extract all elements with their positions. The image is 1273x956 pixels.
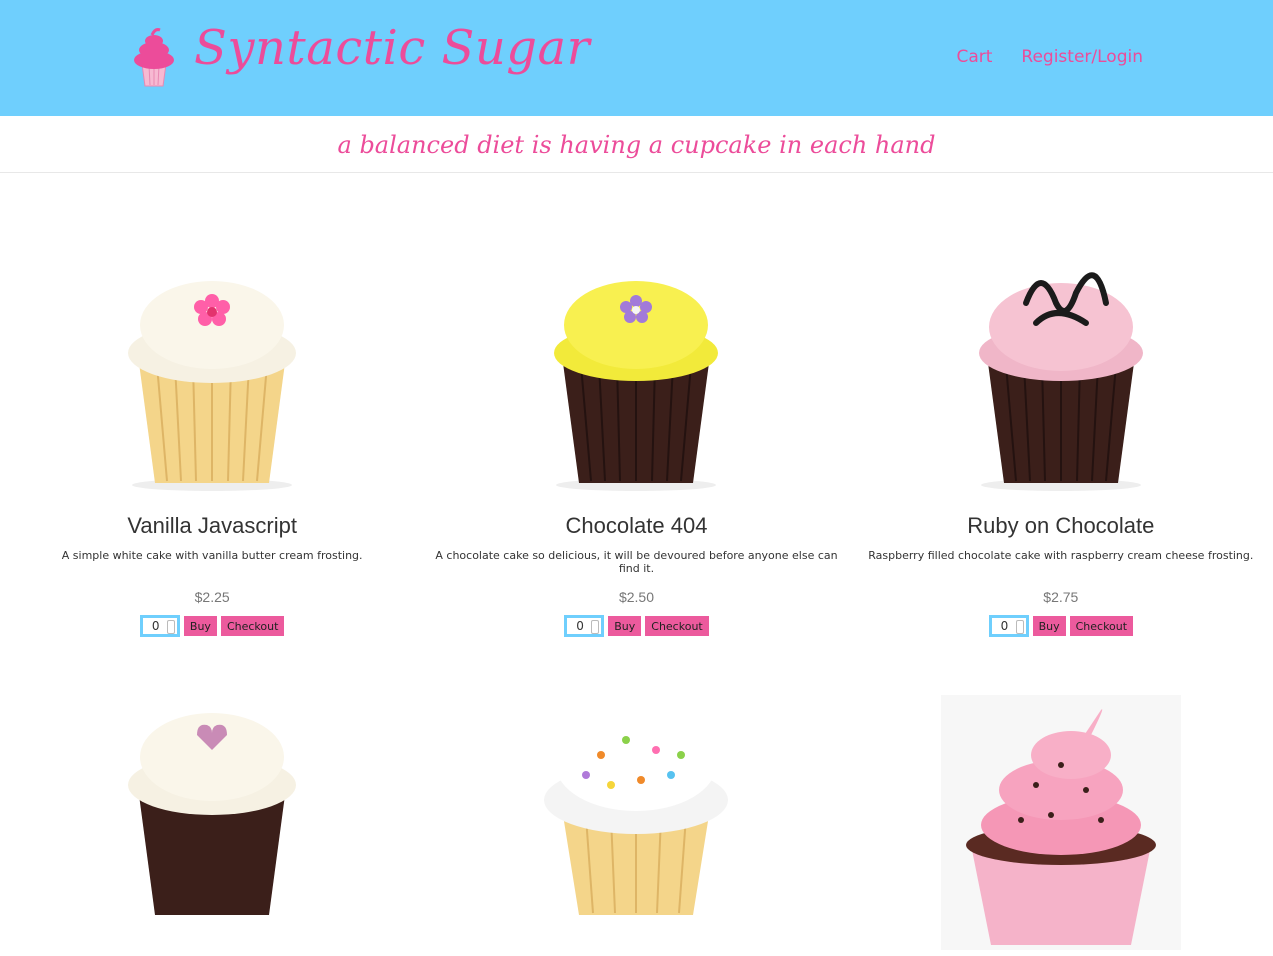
checkout-button[interactable]: Checkout [1069,616,1134,636]
product-controls: 0 Buy Checkout [849,615,1273,637]
pink-swirl-cupcake-image [940,695,1181,950]
product-title: Vanilla Javascript [127,513,297,538]
product-card: Ruby on Chocolate Raspberry filled choco… [849,173,1273,675]
cupcake-logo-icon[interactable] [128,26,180,88]
tagline-bar: a balanced diet is having a cupcake in e… [0,116,1273,173]
product-price: $2.75 [1043,589,1079,605]
cart-link[interactable]: Cart [956,47,992,67]
checkout-button[interactable]: Checkout [220,616,285,636]
top-nav: Cart Register/Login [956,47,1143,67]
buy-button[interactable]: Buy [608,616,642,636]
product-title: Chocolate 404 [565,513,708,538]
product-card [0,675,424,935]
quantity-stepper[interactable]: 0 [988,615,1029,637]
checkout-button[interactable]: Checkout [645,616,709,636]
product-card [849,675,1273,950]
sprinkle-cupcake-image [544,719,729,915]
product-card: Chocolate 404 A chocolate cake so delici… [424,173,848,675]
red-velvet-cupcake-image [128,713,297,915]
product-description: Raspberry filled chocolate cake with ras… [868,549,1254,562]
quantity-stepper[interactable]: 0 [139,615,180,637]
product-card: Vanilla Javascript A simple white cake w… [0,173,424,675]
quantity-stepper[interactable]: 0 [564,615,605,637]
product-controls: 0 Buy Checkout [424,615,848,637]
product-description: A chocolate cake so delicious, it will b… [435,549,838,575]
product-title: Ruby on Chocolate [967,513,1155,538]
quantity-value: 0 [576,619,584,633]
register-login-link[interactable]: Register/Login [1021,47,1143,67]
quantity-value: 0 [151,619,160,633]
buy-button[interactable]: Buy [183,616,217,636]
ruby-chocolate-cupcake-image [978,272,1143,491]
tagline: a balanced diet is having a cupcake in e… [337,131,936,159]
product-controls: 0 Buy Checkout [0,615,424,637]
product-grid: Vanilla Javascript A simple white cake w… [0,173,1273,675]
product-price: $2.25 [194,589,230,605]
chocolate-cupcake-image [554,281,719,491]
spinner-icon[interactable] [166,620,175,634]
vanilla-cupcake-image [128,281,297,491]
quantity-value: 0 [1000,619,1009,633]
product-card [424,675,848,935]
spinner-icon[interactable] [1015,620,1024,634]
spinner-icon[interactable] [591,620,600,634]
site-header: Syntactic Sugar Cart Register/Login [0,0,1273,116]
buy-button[interactable]: Buy [1032,616,1066,636]
product-grid-row-2 [0,675,1273,950]
brand-name[interactable]: Syntactic Sugar [194,20,590,76]
product-description: A simple white cake with vanilla butter … [61,549,363,562]
product-price: $2.50 [618,589,655,605]
